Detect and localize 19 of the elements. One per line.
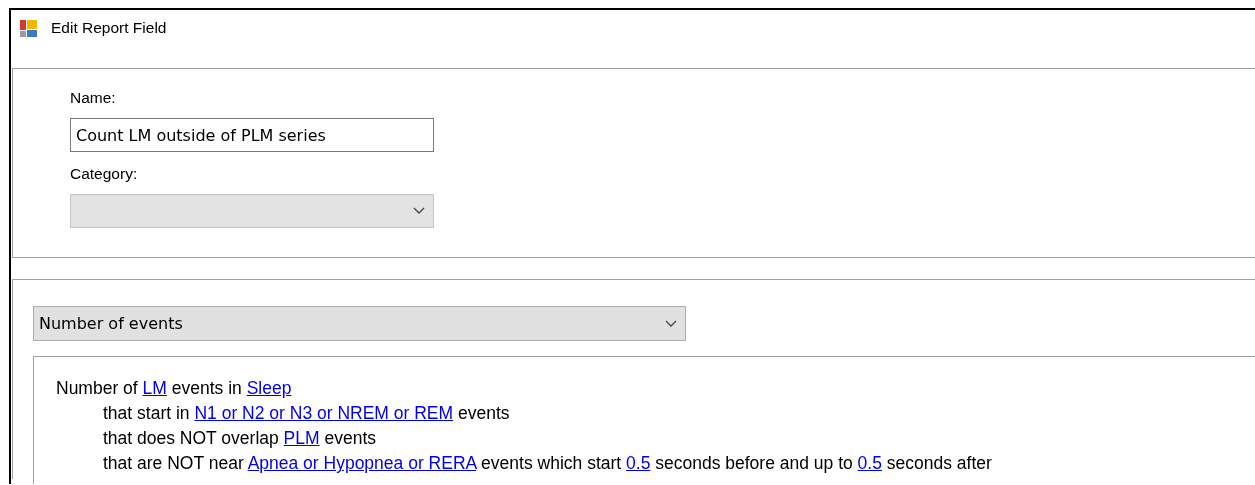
chevron-down-icon (665, 319, 677, 328)
link[interactable]: PLM (283, 428, 320, 448)
link[interactable]: Sleep (246, 378, 292, 398)
rule-line: that are NOT near Apnea or Hypopnea or RERA events which start 0.5 seconds before and up to 0.5 seconds after (103, 452, 992, 475)
app-icon (20, 19, 37, 37)
link[interactable]: LM (142, 378, 167, 398)
measure-dropdown[interactable]: Number of events (33, 306, 686, 341)
rule-line: Number of LM events in Sleep (56, 377, 292, 400)
name-input[interactable]: Count LM outside of PLM series (70, 118, 434, 152)
link[interactable]: 0.5 (626, 453, 651, 473)
link[interactable]: N1 or N2 or N3 or NREM or REM (194, 403, 454, 423)
chevron-down-icon (413, 207, 425, 215)
rule-line: that start in N1 or N2 or N3 or NREM or REM events (103, 402, 510, 425)
link[interactable]: Apnea or Hypopnea or RERA (247, 453, 477, 473)
window-title: Edit Report Field (51, 19, 167, 37)
field-label: Name: (70, 89, 116, 107)
rule-line: that does NOT overlap PLM events (103, 427, 377, 450)
field-label: Category: (70, 165, 138, 183)
link[interactable]: 0.5 (857, 453, 882, 473)
